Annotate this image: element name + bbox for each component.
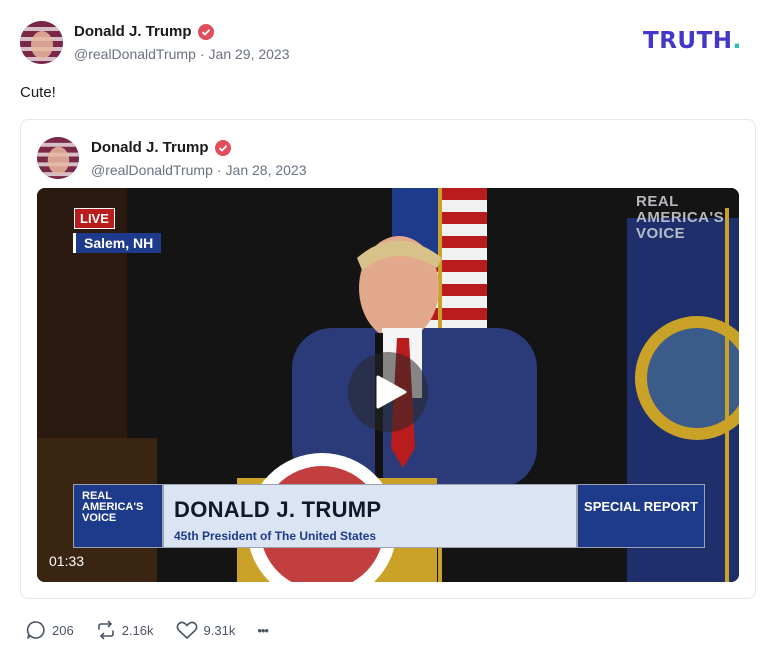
more-dots-icon: ••• [257,622,269,638]
play-icon [376,375,407,409]
special-report-badge: SPECIAL REPORT [577,484,705,548]
location-label: Salem, NH [73,233,162,253]
play-button[interactable] [348,352,428,432]
network-watermark: REAL AMERICA'S VOICE [636,194,724,242]
like-button[interactable]: 9.31k [176,620,236,640]
retruth-count: 2.16k [121,622,154,638]
lower-third-main: DONALD J. TRUMP 45th President of The Un… [163,484,577,548]
lt-logo-line: VOICE [82,512,117,524]
verified-badge-icon [197,23,214,40]
live-badge: LIVE [74,208,115,229]
video-player[interactable]: LIVE Salem, NH REAL AMERICA'S VOICE REAL… [37,188,739,582]
watermark-line: REAL [636,193,679,210]
logo-dot: . [732,28,742,54]
post-actions: 206 2.16k 9.31k ••• [26,620,290,640]
lower-third-graphic: REAL AMERICA'S VOICE DONALD J. TRUMP 45t… [73,484,705,548]
heart-icon [176,621,197,639]
post-date[interactable]: Jan 29, 2023 [209,46,290,62]
author-name[interactable]: Donald J. Trump [74,23,192,40]
more-options-button[interactable]: ••• [257,622,269,638]
lower-third-subtitle: 45th President of The United States [174,529,377,543]
truth-logo[interactable]: TRUTH. [643,28,742,54]
quoted-author-name[interactable]: Donald J. Trump [91,139,209,156]
watermark-line: AMERICA'S [636,209,725,226]
meta-separator: · [216,162,222,178]
author-meta: @realDonaldTrump · Jan 29, 2023 [74,46,290,62]
video-duration: 01:33 [49,553,85,569]
quoted-author-meta: @realDonaldTrump · Jan 28, 2023 [91,162,307,178]
author-avatar[interactable] [20,21,63,64]
lower-third-network-logo: REAL AMERICA'S VOICE [73,484,163,548]
post-text: Cute! [20,84,56,101]
reply-button[interactable]: 206 [26,620,74,640]
quoted-author-name-row: Donald J. Trump [91,139,231,156]
reply-count: 206 [52,622,74,638]
meta-separator: · [199,46,205,62]
retruth-button[interactable]: 2.16k [96,620,154,640]
quoted-author-handle[interactable]: @realDonaldTrump [91,162,213,178]
author-name-row: Donald J. Trump [74,23,214,40]
quoted-post-date[interactable]: Jan 28, 2023 [226,162,307,178]
verified-badge-icon [214,139,231,156]
author-handle[interactable]: @realDonaldTrump [74,46,196,62]
lower-third-name: DONALD J. TRUMP [174,497,382,522]
comment-bubble-icon [26,621,45,639]
retruth-arrows-icon [97,620,114,640]
watermark-line: VOICE [636,225,686,242]
quoted-author-avatar[interactable] [37,137,79,179]
logo-text: TRUTH [643,28,733,54]
like-count: 9.31k [203,622,236,638]
